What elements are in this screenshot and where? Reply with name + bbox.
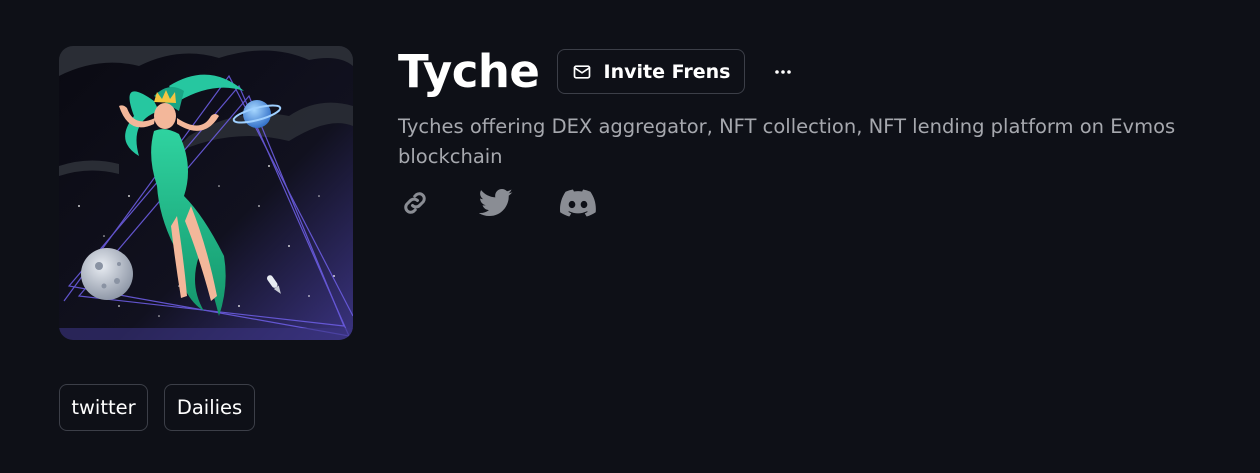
more-horizontal-icon: [774, 69, 792, 75]
discord-link[interactable]: [560, 186, 596, 220]
project-header: Tyche Invite Frens Tyches offering DEX a…: [0, 0, 1260, 473]
project-title: Tyche: [398, 45, 540, 98]
twitter-link[interactable]: [479, 186, 513, 220]
mail-icon: [572, 62, 592, 82]
invite-frens-label: Invite Frens: [603, 60, 731, 83]
avatar-illustration: [59, 46, 353, 340]
link-icon: [400, 188, 430, 218]
invite-frens-button[interactable]: Invite Frens: [557, 49, 745, 94]
website-link[interactable]: [400, 186, 430, 220]
project-description: Tyches offering DEX aggregator, NFT coll…: [398, 115, 1176, 168]
discord-icon: [560, 189, 596, 217]
tag-dailies[interactable]: Dailies: [164, 384, 255, 431]
project-avatar: [59, 46, 353, 340]
tag-twitter[interactable]: twitter: [59, 384, 148, 431]
twitter-icon: [479, 188, 513, 218]
more-options-button[interactable]: [770, 60, 796, 84]
